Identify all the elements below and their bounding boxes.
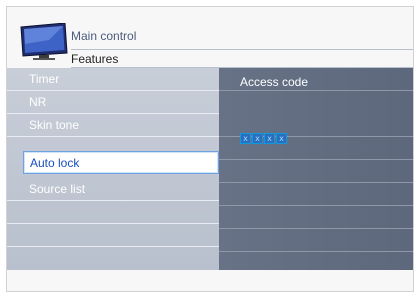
menu-item-timer[interactable]: Timer — [7, 68, 219, 91]
footer — [7, 270, 413, 291]
panel-row — [219, 137, 413, 160]
panel-row — [219, 183, 413, 206]
panel-row — [219, 206, 413, 229]
menu-item-skin-tone[interactable]: Skin tone — [7, 114, 219, 137]
menu-item-empty-3[interactable] — [7, 247, 219, 270]
window-frame: Main control Features Timer NR Skin tone… — [6, 6, 414, 292]
header: Main control Features — [7, 7, 413, 68]
menu-item-nr[interactable]: NR — [7, 91, 219, 114]
panel-row-title: Access code — [219, 68, 413, 91]
panel-row — [219, 91, 413, 114]
breadcrumb-main-control: Main control — [71, 29, 137, 43]
features-menu: Timer NR Skin tone Auto lock Source list — [7, 68, 219, 270]
menu-item-empty-2[interactable] — [7, 224, 219, 247]
panel-row — [219, 229, 413, 252]
menu-item-auto-lock[interactable]: Auto lock — [23, 151, 219, 174]
breadcrumb-features: Features — [71, 52, 119, 66]
menu-spacer — [7, 137, 219, 151]
menu-item-source-list[interactable]: Source list — [7, 178, 219, 201]
breadcrumb-divider — [71, 49, 413, 50]
tv-icon — [20, 23, 68, 60]
access-code-label: Access code — [240, 75, 309, 89]
auto-lock-panel: Access code x x x x — [219, 68, 413, 270]
panel-row — [219, 160, 413, 183]
menu-item-empty-1[interactable] — [7, 201, 219, 224]
